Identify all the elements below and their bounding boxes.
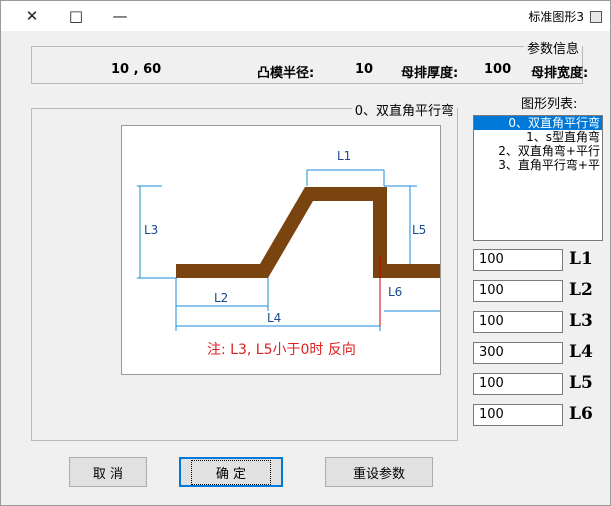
l3-input[interactable]: 100 (473, 311, 563, 333)
cancel-button[interactable]: 取 消 (69, 457, 147, 487)
dim-label-l5: L5 (412, 223, 426, 237)
window-title: 标准图形3 (528, 10, 584, 24)
list-item[interactable]: 1、s型直角弯 (474, 130, 602, 144)
maximize-icon[interactable]: □ (53, 1, 99, 31)
shape-list-label: 图形列表: (521, 97, 578, 112)
l6-input[interactable]: 100 (473, 404, 563, 426)
preview-group-title: 0、双直角平行弯 (351, 100, 457, 119)
dim-label-l6: L6 (388, 285, 402, 299)
dim-label-l2: L2 (214, 291, 228, 305)
shape-list[interactable]: 0、双直角平行弯 1、s型直角弯 2、双直角弯+平行 3、直角平行弯+平 (473, 115, 603, 241)
list-item[interactable]: 3、直角平行弯+平 (474, 158, 602, 172)
l5-label: L5 (569, 373, 593, 393)
dim-label-l3: L3 (144, 223, 158, 237)
radius-label: 凸模半径: (257, 66, 315, 81)
l5-input[interactable]: 100 (473, 373, 563, 395)
list-item[interactable]: 2、双直角弯+平行 (474, 144, 602, 158)
radius-value: 10 , 60 (111, 62, 162, 77)
params-group-title: 参数信息 (523, 38, 582, 57)
thickness-value: 10 (355, 62, 374, 77)
dimension-lines (137, 169, 440, 331)
busbar-shape (176, 187, 440, 278)
ok-button-label: 确 定 (190, 459, 272, 485)
dim-label-l4: L4 (267, 311, 281, 325)
l4-input[interactable]: 300 (473, 342, 563, 364)
app-icon (590, 10, 602, 23)
dialog-window: ✕ □ — 标准图形3 参数信息 母排宽度: 100 母排厚度: 10 凸模半径… (0, 0, 611, 506)
l4-label: L4 (569, 342, 593, 362)
ok-button[interactable]: 确 定 (179, 457, 283, 487)
title-area: 标准图形3 (528, 8, 602, 25)
close-icon[interactable]: ✕ (9, 1, 55, 31)
cancel-button-label: 取 消 (92, 466, 124, 482)
minimize-icon[interactable]: — (97, 1, 143, 31)
title-bar: ✕ □ — 标准图形3 (1, 1, 610, 31)
l3-label: L3 (569, 311, 593, 331)
list-item[interactable]: 0、双直角平行弯 (474, 116, 602, 130)
thickness-label: 母排厚度: (401, 66, 459, 81)
l2-label: L2 (569, 280, 593, 300)
shape-drawing: L1 L2 L3 L4 L5 L6 注: L3, L5小于0时 反向 (137, 149, 440, 358)
reset-params-button-label: 重设参数 (352, 466, 405, 482)
l1-label: L1 (569, 249, 593, 269)
preview-canvas: L1 L2 L3 L4 L5 L6 注: L3, L5小于0时 反向 (121, 125, 441, 375)
l1-input[interactable]: 100 (473, 249, 563, 271)
width-label: 母排宽度: (531, 66, 589, 81)
l6-label: L6 (569, 404, 593, 424)
reset-params-button[interactable]: 重设参数 (325, 457, 433, 487)
width-value: 100 (484, 62, 512, 77)
l2-input[interactable]: 100 (473, 280, 563, 302)
dim-label-l1: L1 (337, 149, 351, 163)
preview-note: 注: L3, L5小于0时 反向 (207, 342, 356, 358)
